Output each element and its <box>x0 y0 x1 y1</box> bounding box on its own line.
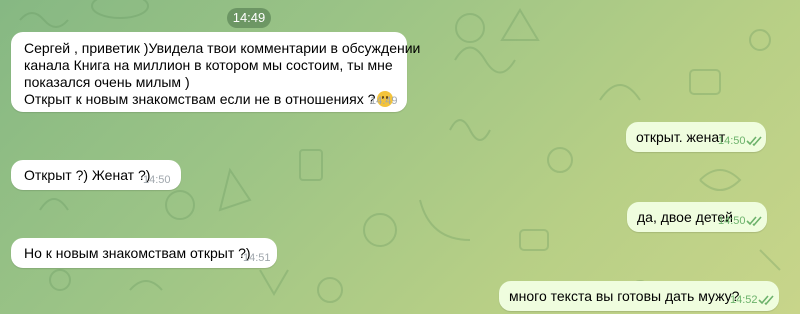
message-text-line: канала Книга на миллион в котором мы сос… <box>24 57 393 73</box>
date-separator-label: 14:49 <box>232 10 266 25</box>
message-text-line: показался очень милым ) <box>24 74 190 90</box>
message-time: 14:50 <box>143 174 171 186</box>
message-bubble-outgoing[interactable]: открыт. женат 14:50 <box>626 122 766 152</box>
read-double-check-icon <box>746 216 762 227</box>
message-time: 14:50 <box>718 135 746 147</box>
message-text-line-with-emoji: Открыт к новым знакомствам если не в отн… <box>24 91 394 108</box>
message-text-line: Сергей , приветик )Увидела твои коммента… <box>24 40 421 56</box>
message-text: много текста вы готовы дать мужу? <box>509 288 740 304</box>
message-time: 14:50 <box>718 215 746 227</box>
message-bubble-incoming[interactable]: Сергей , приветик )Увидела твои коммента… <box>11 32 420 112</box>
message-text: Открыт к новым знакомствам если не в отн… <box>24 91 376 107</box>
message-time: 14:51 <box>243 252 271 264</box>
read-double-check-icon <box>746 136 762 147</box>
message-time: 14:52 <box>730 294 758 306</box>
message-bubble-incoming[interactable]: Но к новым знакомствам открыт ?) 14:51 <box>11 238 277 268</box>
message-text: открыт. женат <box>636 129 726 145</box>
read-double-check-icon <box>758 295 774 306</box>
message-bubble-outgoing[interactable]: много текста вы готовы дать мужу? 14:52 <box>499 281 779 311</box>
date-separator: 14:49 <box>227 8 271 28</box>
message-text: Открыт ?) Женат ?) <box>24 167 151 183</box>
message-bubble-outgoing[interactable]: да, двое детей 14:50 <box>627 202 767 232</box>
message-text: Но к новым знакомствам открыт ?) <box>24 245 251 261</box>
message-bubble-incoming[interactable]: Открыт ?) Женат ?) 14:50 <box>11 160 181 190</box>
message-time: 14:49 <box>370 95 398 107</box>
